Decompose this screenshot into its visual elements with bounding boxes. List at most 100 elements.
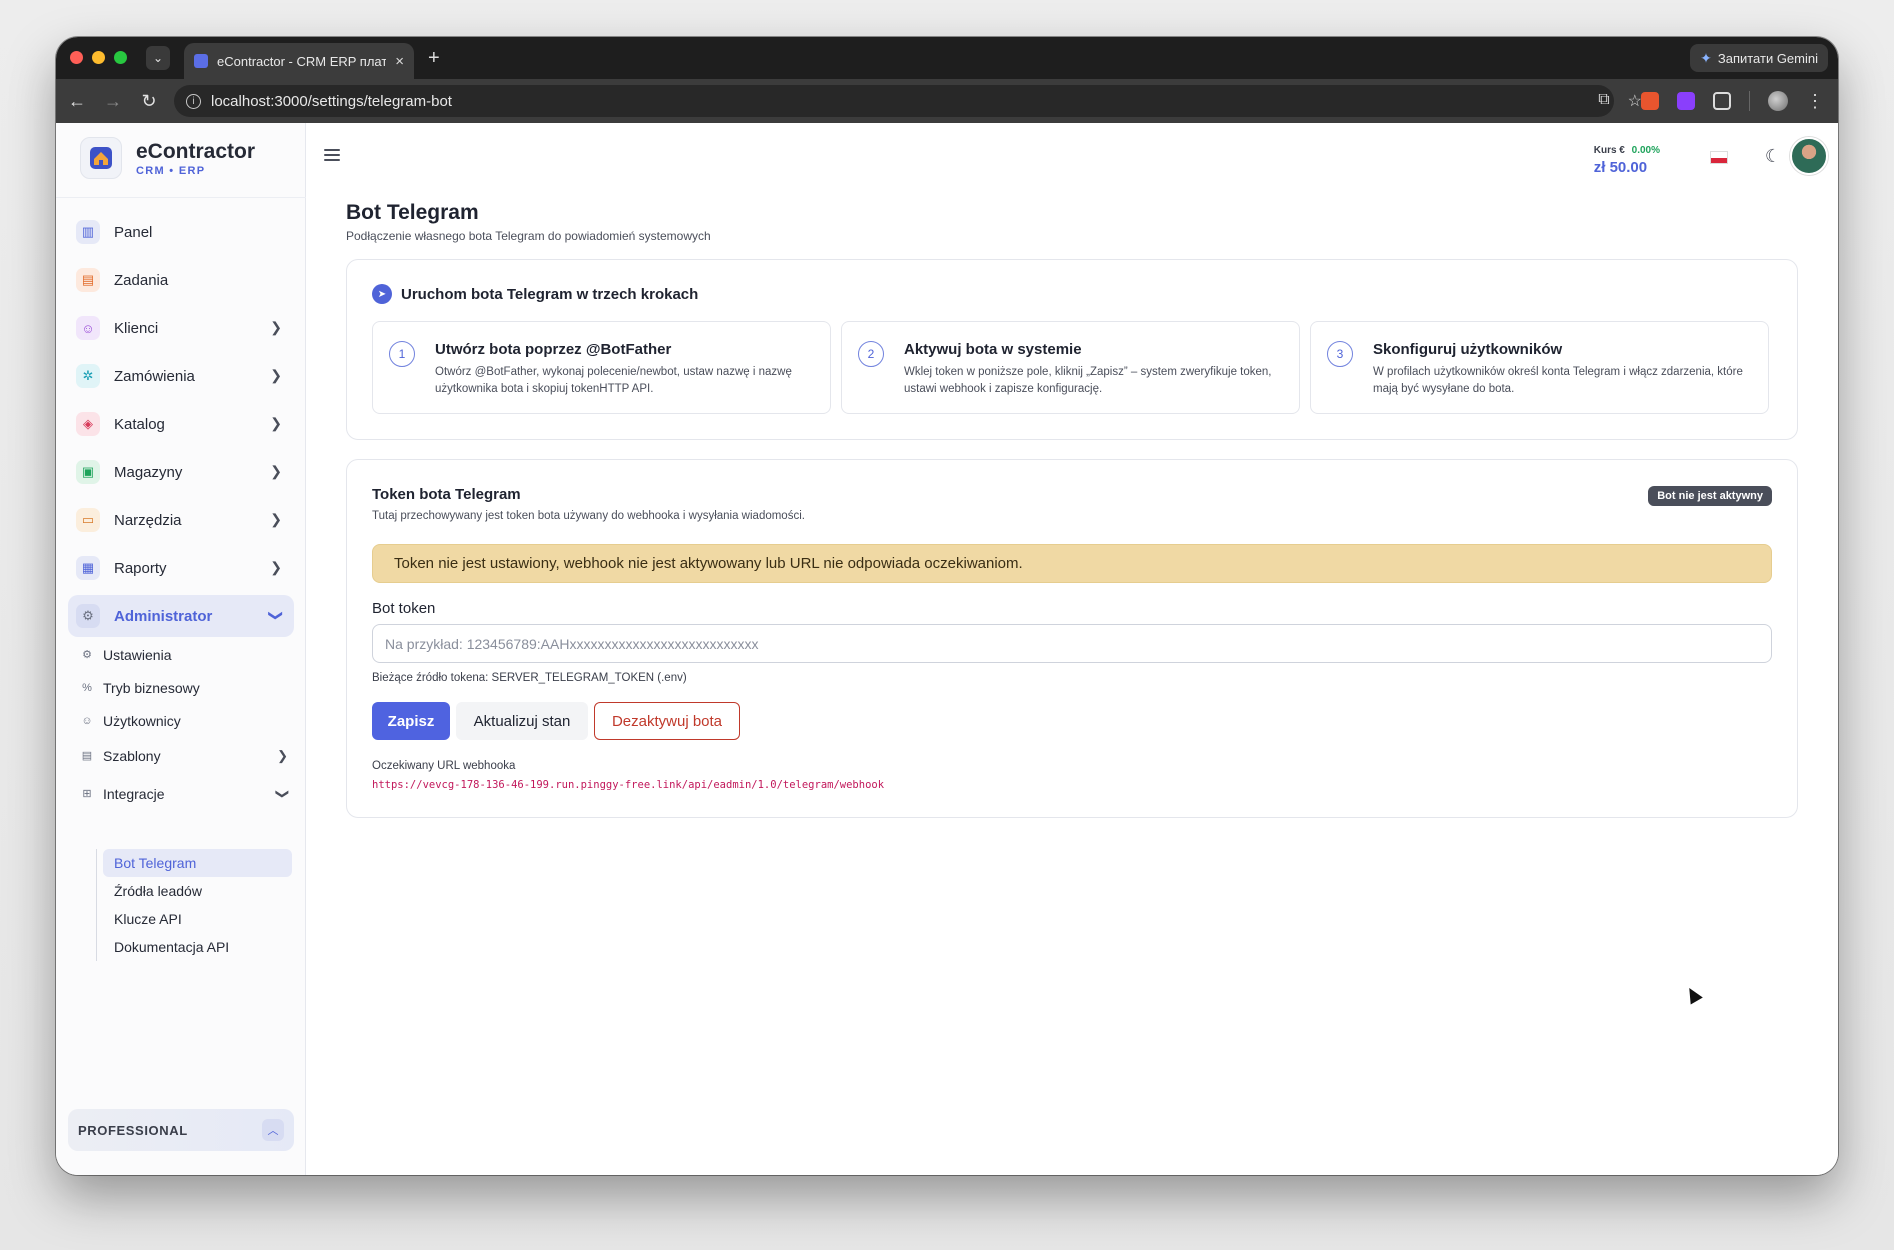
chevron-down-icon: ❯ [268,609,285,622]
tab-bar: ⌄ eContractor - CRM ERP плат × + ✦ Запит… [56,37,1838,79]
browser-tab[interactable]: eContractor - CRM ERP плат × [184,43,414,79]
bot-token-input[interactable] [372,624,1772,663]
sidebar-item-zamowienia[interactable]: ✲ Zamówienia ❯ [68,355,294,397]
submenu-item-integracje[interactable]: ⊞ Integracje ❯ [80,777,300,810]
brand[interactable]: eContractor CRM • ERP [56,123,306,198]
submenu-item-uzytkownicy[interactable]: ☺ Użytkownicy [80,704,300,737]
refresh-status-button[interactable]: Aktualizuj stan [456,702,588,740]
submenu-item-label: Tryb biznesowy [103,679,200,696]
admin-submenu: ⚙ Ustawienia % Tryb biznesowy ☺ Użytkown… [80,638,300,810]
sidebar-item-narzedzia[interactable]: ▭ Narzędzia ❯ [68,499,294,541]
page-title: Bot Telegram [346,201,479,224]
mouse-cursor-icon [1683,984,1703,1005]
sidebar-item-label: Zadania [114,271,169,289]
new-tab-button[interactable]: + [428,46,440,70]
sidebar-item-label: Panel [114,223,153,241]
address-bar: ← → ↻ i localhost:3000/settings/telegram… [56,79,1838,123]
close-window-button[interactable] [70,51,83,64]
sidebar-item-panel[interactable]: ▥ Panel [68,211,294,253]
sidebar-item-label: Katalog [114,415,165,433]
sidebar-item-label: Raporty [114,559,167,577]
forward-icon[interactable]: → [102,90,124,112]
gemini-star-icon: ✦ [1700,49,1712,66]
status-badge: Bot nie jest aktywny [1648,486,1772,506]
chart-icon: ▥ [76,220,100,244]
submenu-item-label: Integracje [103,785,165,802]
step-number: 3 [1327,341,1353,367]
step-card: 3 Skonfiguruj użytkowników W profilach u… [1310,321,1769,414]
bot-token-label: Bot token [372,600,436,617]
gemini-button[interactable]: ✦ Запитати Gemini [1690,44,1828,72]
url-input[interactable]: i localhost:3000/settings/telegram-bot [174,85,1614,117]
submenu-item-label: Szablony [103,747,161,764]
users-icon: ☺ [76,316,100,340]
rate-value: zł 50.00 [1593,159,1648,176]
submenu-item-tryb-biznesowy[interactable]: % Tryb biznesowy [80,671,300,704]
step-description: Wklej token w poniższe pole, kliknij „Za… [904,366,1272,395]
submenu-item-dokumentacja-api[interactable]: Dokumentacja API [103,933,292,961]
url-text: localhost:3000/settings/telegram-bot [211,92,452,110]
sidebar: eContractor CRM • ERP ▥ Panel ▤ Zadania … [56,123,306,1175]
bookmark-star-icon[interactable]: ☆ [1628,91,1642,111]
submenu-item-bot-telegram[interactable]: Bot Telegram [103,849,292,877]
chevron-right-icon: ❯ [270,319,282,335]
chevron-up-icon[interactable]: ︿ [262,1119,284,1141]
sidebar-item-label: Zamówienia [114,367,195,385]
avatar[interactable] [1790,137,1828,175]
gear-icon: ✲ [76,364,100,388]
step-title: Utwórz bota poprzez @BotFather [435,341,672,358]
save-button[interactable]: Zapisz [372,702,450,740]
chevron-right-icon: ❯ [270,511,282,527]
maximize-window-button[interactable] [114,51,127,64]
telegram-icon: ➤ [372,284,392,304]
browser-window: ⌄ eContractor - CRM ERP плат × + ✦ Запит… [56,37,1838,1175]
chevron-right-icon: ❯ [270,463,282,479]
logo-icon [80,137,122,179]
toolbar-divider [1749,91,1750,111]
sidebar-item-zadania[interactable]: ▤ Zadania [68,259,294,301]
sidebar-item-katalog[interactable]: ◈ Katalog ❯ [68,403,294,445]
extension-icon[interactable] [1641,92,1659,110]
site-info-icon[interactable]: i [186,93,201,109]
submenu-item-szablony[interactable]: ▤ Szablony ❯ [80,739,300,772]
deactivate-bot-button[interactable]: Dezaktywuj bota [594,702,740,740]
business-mode-icon: % [82,681,92,694]
sidebar-item-magazyny[interactable]: ▣ Magazyny ❯ [68,451,294,493]
token-card: Token bota Telegram Tutaj przechowywany … [346,459,1798,818]
reload-icon[interactable]: ↻ [138,90,160,112]
submenu-item-klucze-api[interactable]: Klucze API [103,905,292,933]
plan-card[interactable]: PROFESSIONAL ︿ [68,1109,294,1151]
sidebar-item-label: Magazyny [114,463,183,481]
figma-extension-icon[interactable] [1677,92,1695,110]
menu-toggle-icon[interactable] [324,149,340,161]
back-icon[interactable]: ← [66,90,88,112]
chevron-right-icon: ❯ [270,367,282,383]
extensions-puzzle-icon[interactable] [1713,92,1731,110]
submenu-item-ustawienia[interactable]: ⚙ Ustawienia [80,638,300,671]
chevron-down-icon: ❯ [275,788,291,799]
webhook-url: https://vevcg-178-136-46-199.run.pinggy-… [372,779,885,791]
poland-flag-icon[interactable] [1710,151,1728,164]
step-title: Skonfiguruj użytkowników [1373,341,1563,358]
sidebar-item-label: Narzędzia [114,511,182,529]
dark-mode-moon-icon[interactable]: ☾ [1762,145,1784,167]
integrations-submenu: Bot Telegram Źródła leadów Klucze API Do… [96,849,292,961]
sidebar-item-administrator[interactable]: ⚙ Administrator ❯ [68,595,294,637]
minimize-window-button[interactable] [92,51,105,64]
sidebar-item-raporty[interactable]: ▦ Raporty ❯ [68,547,294,589]
webhook-url-label: Oczekiwany URL webhooka [372,760,516,772]
token-card-description: Tutaj przechowywany jest token bota używ… [372,510,805,522]
tab-search-button[interactable]: ⌄ [146,46,170,70]
browser-menu-icon[interactable]: ⋮ [1806,92,1824,110]
step-number: 1 [389,341,415,367]
main-content: Kurs € 0.00% zł 50.00 ☾ Bot Telegram Pod… [306,123,1838,1175]
tab-title: eContractor - CRM ERP плат [217,53,387,69]
submenu-item-zrodla-leadow[interactable]: Źródła leadów [103,877,292,905]
install-app-icon[interactable]: ⧉ [1598,91,1609,111]
tab-close-icon[interactable]: × [395,53,404,70]
sidebar-nav: ▥ Panel ▤ Zadania ☺ Klienci ❯ ✲ Zamówien… [68,211,294,643]
setup-steps-card: ➤ Uruchom bota Telegram w trzech krokach… [346,259,1798,440]
warning-alert: Token nie jest ustawiony, webhook nie je… [372,544,1772,583]
profile-icon[interactable] [1768,91,1788,111]
sidebar-item-klienci[interactable]: ☺ Klienci ❯ [68,307,294,349]
